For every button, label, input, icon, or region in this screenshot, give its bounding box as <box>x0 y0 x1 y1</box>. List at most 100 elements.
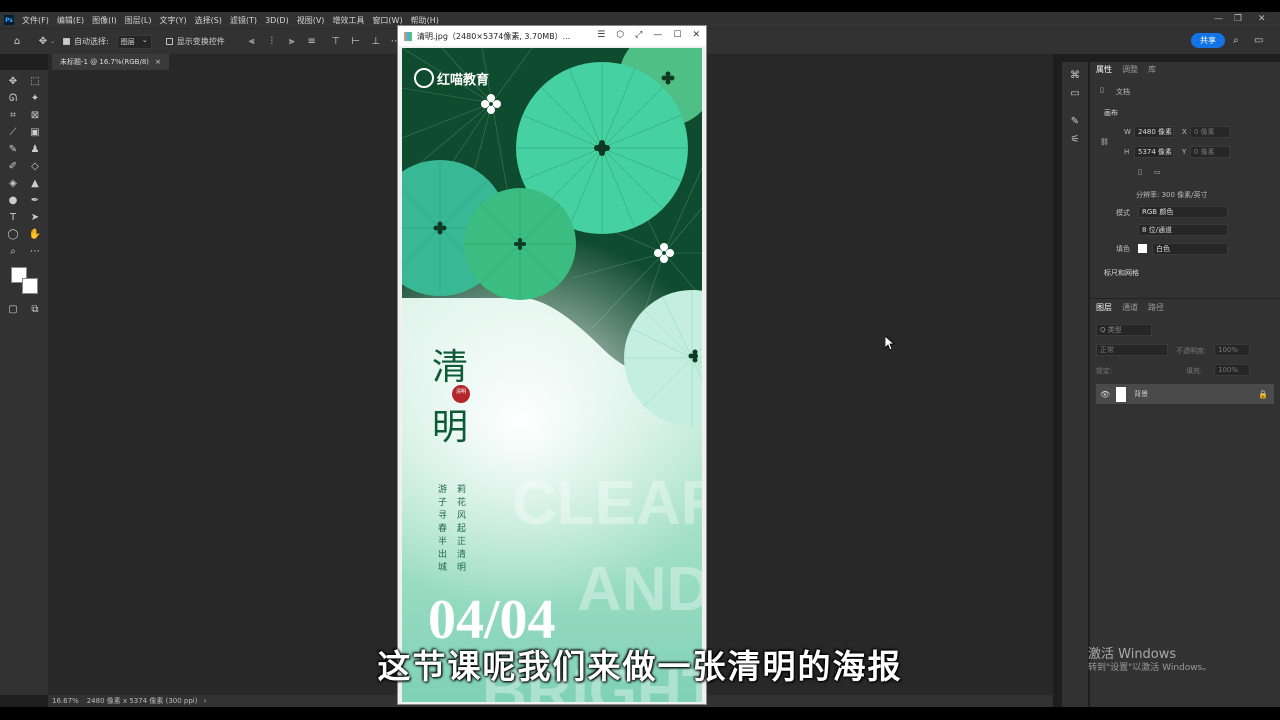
chevron-down-icon[interactable]: ⌄ <box>50 38 55 45</box>
adjust-icon[interactable]: ⚟ <box>1068 132 1082 146</box>
align-bottom-icon[interactable]: ⊥ <box>369 35 383 49</box>
lasso-tool-icon[interactable]: ᘏ <box>6 91 20 105</box>
comments-icon[interactable]: ▭ <box>1068 86 1082 100</box>
document-tab[interactable]: 未标题-1 @ 16.7%(RGB/8) × <box>52 54 169 70</box>
y-field[interactable]: 0 像素 <box>1190 146 1230 158</box>
menu-layer[interactable]: 图层(L) <box>125 15 152 26</box>
pen-tool-icon[interactable]: ✒ <box>28 193 42 207</box>
opacity-field[interactable]: 100% <box>1214 344 1250 356</box>
close-icon[interactable]: ✕ <box>1258 14 1266 24</box>
tab-libraries[interactable]: 库 <box>1148 64 1156 75</box>
blend-mode-dropdown[interactable]: 正常 <box>1096 344 1168 356</box>
width-field[interactable]: 2480 像素 <box>1134 126 1174 138</box>
eye-icon[interactable]: 👁 <box>1100 390 1110 399</box>
sharpen-tool-icon[interactable]: ▲ <box>28 176 42 190</box>
screen-mode-icon[interactable]: ⧉ <box>28 302 42 316</box>
layer-search-input[interactable]: Q 类型 <box>1096 324 1152 336</box>
auto-select-dropdown[interactable]: 图层 ⌄ <box>116 34 152 49</box>
status-arrow-icon[interactable]: › <box>203 697 206 705</box>
fill-opacity-field[interactable]: 100% <box>1214 364 1250 376</box>
rulers-section-title[interactable]: 标尺和网格 <box>1104 268 1139 278</box>
document-titlebar[interactable]: 清明.jpg（2480×5374像素, 3.70MB）... ☰ ⬡ ⤢ — ☐… <box>398 26 706 46</box>
home-icon[interactable]: ⌂ <box>10 35 24 49</box>
more-tools-icon[interactable]: ⋯ <box>28 244 42 258</box>
menu-image[interactable]: 图像(I) <box>92 15 117 26</box>
align-right-icon[interactable]: ⫸ <box>285 35 299 49</box>
magic-wand-icon[interactable]: ✦ <box>28 91 42 105</box>
layer-name[interactable]: 背景 <box>1134 389 1148 399</box>
menu-plugins[interactable]: 增效工具 <box>332 15 364 26</box>
restore-icon[interactable]: ❐ <box>1234 14 1242 24</box>
history-brush-icon[interactable]: ✐ <box>6 159 20 173</box>
pin-icon[interactable]: ⬡ <box>616 30 624 40</box>
menu-view[interactable]: 视图(V) <box>297 15 325 26</box>
menu-3d[interactable]: 3D(D) <box>265 16 289 25</box>
marquee-tool-icon[interactable]: ⬚ <box>28 74 42 88</box>
ellipse-tool-icon[interactable]: ◯ <box>6 227 20 241</box>
ps-logo-icon[interactable]: Ps <box>4 15 14 25</box>
patch-tool-icon[interactable]: ▣ <box>28 125 42 139</box>
distribute-icon[interactable]: ≡ <box>305 35 319 49</box>
tab-adjustments[interactable]: 调整 <box>1122 64 1138 75</box>
maximize-icon[interactable]: ☐ <box>673 30 681 40</box>
paint-bucket-icon[interactable]: ◈ <box>6 176 20 190</box>
document-window[interactable]: 清明.jpg（2480×5374像素, 3.70MB）... ☰ ⬡ ⤢ — ☐… <box>397 25 707 705</box>
mode-dropdown[interactable]: RGB 颜色 <box>1138 206 1228 218</box>
fill-dropdown[interactable]: 白色 <box>1152 243 1228 255</box>
eraser-tool-icon[interactable]: ◇ <box>28 159 42 173</box>
tab-properties[interactable]: 属性 <box>1096 64 1112 75</box>
x-field[interactable]: 0 像素 <box>1190 126 1230 138</box>
brush-settings-icon[interactable]: ✎ <box>1068 114 1082 128</box>
move-tool-icon[interactable]: ✥ <box>36 35 50 49</box>
portrait-icon[interactable]: ▯ <box>1138 168 1142 176</box>
fill-color-swatch[interactable] <box>1138 244 1147 253</box>
tab-close-icon[interactable]: × <box>155 58 161 66</box>
frame-tool-icon[interactable]: ⊠ <box>28 108 42 122</box>
align-middle-icon[interactable]: ⊢ <box>349 35 363 49</box>
landscape-icon[interactable]: ▭ <box>1154 168 1161 176</box>
search-icon[interactable]: ⌕ <box>1233 35 1239 46</box>
type-tool-icon[interactable]: T <box>6 210 20 224</box>
height-field[interactable]: 5374 像素 <box>1134 146 1174 158</box>
link-icon[interactable]: ⛓ <box>1100 138 1109 146</box>
show-transform-checkbox[interactable] <box>165 38 173 45</box>
minimize-icon[interactable]: — <box>653 30 662 40</box>
workspace-icon[interactable]: ▭ <box>1254 35 1263 46</box>
zoom-level[interactable]: 16.67% <box>52 697 79 705</box>
depth-dropdown[interactable]: 8 位/通道 <box>1138 224 1228 236</box>
zoom-tool-icon[interactable]: ⌕ <box>6 244 20 258</box>
tab-channels[interactable]: 通道 <box>1122 302 1138 313</box>
align-left-icon[interactable]: ⫷ <box>245 35 259 49</box>
menu-icon[interactable]: ☰ <box>597 30 605 40</box>
menu-type[interactable]: 文字(Y) <box>159 15 186 26</box>
menu-edit[interactable]: 编辑(E) <box>57 15 84 26</box>
dodge-tool-icon[interactable]: ● <box>6 193 20 207</box>
menu-help[interactable]: 帮助(H) <box>411 15 439 26</box>
menu-select[interactable]: 选择(S) <box>195 15 222 26</box>
crop-tool-icon[interactable]: ⌗ <box>6 108 20 122</box>
lock-icon[interactable]: 🔒 <box>1258 390 1268 399</box>
eyedropper-icon[interactable]: ⟋ <box>6 125 20 139</box>
stamp-tool-icon[interactable]: ♟ <box>28 142 42 156</box>
quick-mask-icon[interactable]: ▢ <box>6 302 20 316</box>
tab-layers[interactable]: 图层 <box>1096 302 1112 313</box>
path-select-icon[interactable]: ➤ <box>28 210 42 224</box>
expand-icon[interactable]: ⤢ <box>635 30 642 40</box>
menu-window[interactable]: 窗口(W) <box>372 15 402 26</box>
align-center-icon[interactable]: ⫶ <box>265 35 279 49</box>
close-icon[interactable]: ✕ <box>692 30 700 40</box>
background-color-swatch[interactable] <box>22 278 38 294</box>
hand-tool-icon[interactable]: ✋ <box>28 227 42 241</box>
history-icon[interactable]: ⌘ <box>1068 68 1082 82</box>
share-button[interactable]: 共享 <box>1191 33 1225 48</box>
move-tool-icon[interactable]: ✥ <box>6 74 20 88</box>
align-top-icon[interactable]: ⊤ <box>329 35 343 49</box>
minimize-icon[interactable]: — <box>1214 14 1223 24</box>
auto-select-checkbox[interactable] <box>63 38 71 45</box>
canvas-section-title[interactable]: 画布 <box>1104 108 1118 118</box>
menu-filter[interactable]: 滤镜(T) <box>230 15 257 26</box>
layer-row[interactable]: 👁 背景 🔒 <box>1096 384 1274 404</box>
menu-file[interactable]: 文件(F) <box>22 15 49 26</box>
brush-tool-icon[interactable]: ✎ <box>6 142 20 156</box>
tab-paths[interactable]: 路径 <box>1148 302 1164 313</box>
